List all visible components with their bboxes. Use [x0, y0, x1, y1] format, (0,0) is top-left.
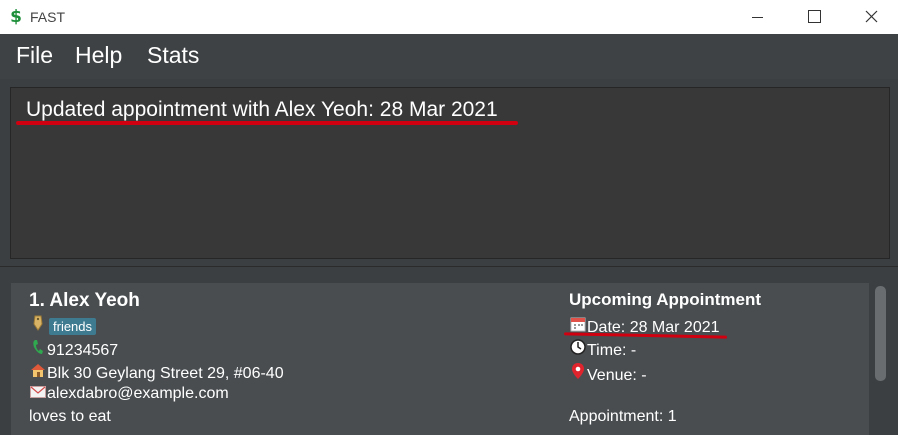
scrollbar-thumb[interactable] [875, 286, 886, 381]
result-display[interactable]: Updated appointment with Alex Yeoh: 28 M… [10, 87, 890, 259]
person-name: 1. Alex Yeoh [29, 290, 140, 311]
appointment-time: Time: - [587, 342, 637, 359]
appointment-heading: Upcoming Appointment [569, 290, 762, 309]
house-icon [29, 362, 47, 381]
menu-stats[interactable]: Stats [147, 42, 199, 69]
email-row: alexdabro@example.com [29, 385, 229, 403]
appointment-venue: Venue: - [587, 367, 647, 384]
phone-icon [29, 339, 47, 358]
close-button[interactable] [848, 0, 894, 34]
red-annotation-underline [16, 121, 518, 125]
remark-text: loves to eat [29, 408, 111, 425]
appointment-venue-row: Venue: - [569, 362, 647, 385]
appointment-count: Appointment: 1 [569, 408, 677, 425]
address-text: Blk 30 Geylang Street 29, #06-40 [47, 365, 284, 382]
person-list: 1. Alex Yeoh friends 91234567 Blk 30 Gey… [0, 267, 898, 435]
tag-badge: friends [49, 318, 97, 335]
person-card[interactable]: 1. Alex Yeoh friends 91234567 Blk 30 Gey… [11, 283, 869, 435]
email-text: alexdabro@example.com [47, 385, 229, 402]
tag-icon [29, 315, 47, 334]
menu-bar: File Help Stats [0, 34, 898, 79]
list-scrollbar[interactable] [873, 286, 887, 435]
envelope-icon [29, 385, 47, 401]
app-dollar-icon: $ [10, 7, 22, 27]
maximize-button[interactable] [791, 0, 837, 34]
clock-icon [569, 339, 587, 358]
address-row: Blk 30 Geylang Street 29, #06-40 [29, 362, 284, 383]
result-panel: Updated appointment with Alex Yeoh: 28 M… [0, 79, 898, 267]
appointment-time-row: Time: - [569, 339, 636, 360]
menu-help[interactable]: Help [75, 42, 122, 69]
tags-row: friends [29, 315, 97, 336]
phone-row: 91234567 [29, 339, 118, 360]
window-title: FAST [30, 9, 66, 25]
result-message: Updated appointment with Alex Yeoh: 28 M… [26, 98, 498, 121]
title-bar: $ FAST [0, 0, 898, 34]
minimize-button[interactable] [735, 0, 781, 34]
location-pin-icon [569, 362, 587, 383]
close-icon [865, 10, 878, 23]
phone-number: 91234567 [47, 342, 119, 359]
menu-file[interactable]: File [16, 42, 53, 69]
